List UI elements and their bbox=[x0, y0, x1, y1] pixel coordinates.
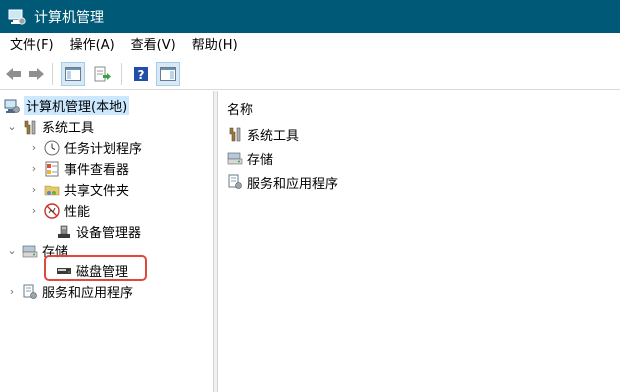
services-apps-icon bbox=[22, 284, 38, 300]
chevron-down-icon[interactable]: ⌄ bbox=[6, 240, 18, 261]
pane-splitter[interactable] bbox=[214, 91, 218, 392]
list-item-label: 服务和应用程序 bbox=[247, 176, 339, 192]
tree-item-device-manager[interactable]: 设备管理器 bbox=[40, 221, 141, 242]
tree-label: 共享文件夹 bbox=[64, 184, 130, 199]
event-viewer-icon bbox=[44, 161, 60, 177]
tree-label: 系统工具 bbox=[42, 121, 95, 136]
export-list-icon[interactable] bbox=[91, 62, 115, 86]
list-item-label: 存储 bbox=[247, 152, 274, 168]
list-item[interactable]: 服务和应用程序 bbox=[227, 172, 338, 192]
tree-item-shared-folders[interactable]: › 共享文件夹 bbox=[28, 179, 129, 200]
menu-view[interactable]: 查看(V) bbox=[123, 33, 184, 58]
tree-label: 任务计划程序 bbox=[64, 142, 143, 157]
tools-icon bbox=[22, 119, 38, 135]
computer-management-icon bbox=[4, 98, 20, 114]
tree-item-services-apps[interactable]: › 服务和应用程序 bbox=[6, 281, 133, 302]
tools-icon bbox=[227, 126, 243, 142]
computer-management-icon bbox=[8, 8, 26, 26]
tree-label: 设备管理器 bbox=[76, 226, 142, 241]
toolbar-separator bbox=[52, 62, 53, 85]
list-item[interactable]: 存储 bbox=[227, 148, 273, 168]
help-icon[interactable]: ? bbox=[130, 62, 152, 86]
chevron-right-icon[interactable]: › bbox=[28, 137, 40, 158]
list-item-label: 系统工具 bbox=[247, 128, 300, 144]
result-pane: 名称 系统工具 存储 服务和应用程序 bbox=[219, 91, 620, 392]
tree-label: 性能 bbox=[64, 205, 91, 220]
title-bar: 计算机管理 bbox=[0, 0, 620, 33]
tree-item-event-viewer[interactable]: › 事件查看器 bbox=[28, 158, 129, 179]
column-header-name[interactable]: 名称 bbox=[227, 99, 253, 118]
tree-item-system-tools[interactable]: ⌄ 系统工具 bbox=[6, 116, 94, 137]
show-hide-action-pane-icon[interactable] bbox=[156, 61, 180, 86]
device-manager-icon bbox=[56, 224, 72, 240]
menu-bar: 文件(F) 操作(A) 查看(V) 帮助(H) bbox=[0, 33, 620, 58]
menu-action[interactable]: 操作(A) bbox=[62, 33, 123, 58]
tree-label: 服务和应用程序 bbox=[42, 286, 134, 301]
tree-item-performance[interactable]: › 性能 bbox=[28, 200, 90, 221]
annotation-highlight bbox=[44, 255, 147, 281]
menu-file[interactable]: 文件(F) bbox=[0, 33, 62, 58]
menu-help[interactable]: 帮助(H) bbox=[184, 33, 246, 58]
toolbar-separator bbox=[121, 62, 122, 85]
forward-arrow-icon[interactable] bbox=[26, 62, 46, 86]
storage-icon bbox=[22, 243, 38, 259]
performance-icon bbox=[44, 202, 60, 219]
toolbar: ? bbox=[0, 58, 620, 90]
tree-item-task-scheduler[interactable]: › 任务计划程序 bbox=[28, 137, 142, 158]
console-tree[interactable]: 计算机管理(本地) ⌄ 系统工具 › 任务计划程序 › 事件查看器 › 共享文件… bbox=[0, 91, 214, 392]
back-arrow-icon[interactable] bbox=[4, 62, 24, 86]
show-hide-console-tree-icon[interactable] bbox=[61, 61, 85, 86]
tree-item-root[interactable]: 计算机管理(本地) bbox=[4, 95, 130, 116]
clock-icon bbox=[44, 140, 60, 156]
list-item[interactable]: 系统工具 bbox=[227, 124, 299, 144]
tree-label: 事件查看器 bbox=[64, 163, 130, 178]
services-apps-icon bbox=[227, 174, 243, 190]
chevron-down-icon[interactable]: ⌄ bbox=[6, 116, 18, 137]
chevron-right-icon[interactable]: › bbox=[28, 158, 40, 179]
chevron-right-icon[interactable]: › bbox=[28, 200, 40, 221]
storage-icon bbox=[227, 150, 243, 166]
tree-label: 计算机管理(本地) bbox=[24, 96, 130, 115]
svg-text:?: ? bbox=[138, 68, 145, 82]
window-title: 计算机管理 bbox=[34, 9, 104, 26]
chevron-right-icon[interactable]: › bbox=[28, 179, 40, 200]
chevron-right-icon[interactable]: › bbox=[6, 281, 18, 302]
shared-folder-icon bbox=[44, 182, 60, 198]
